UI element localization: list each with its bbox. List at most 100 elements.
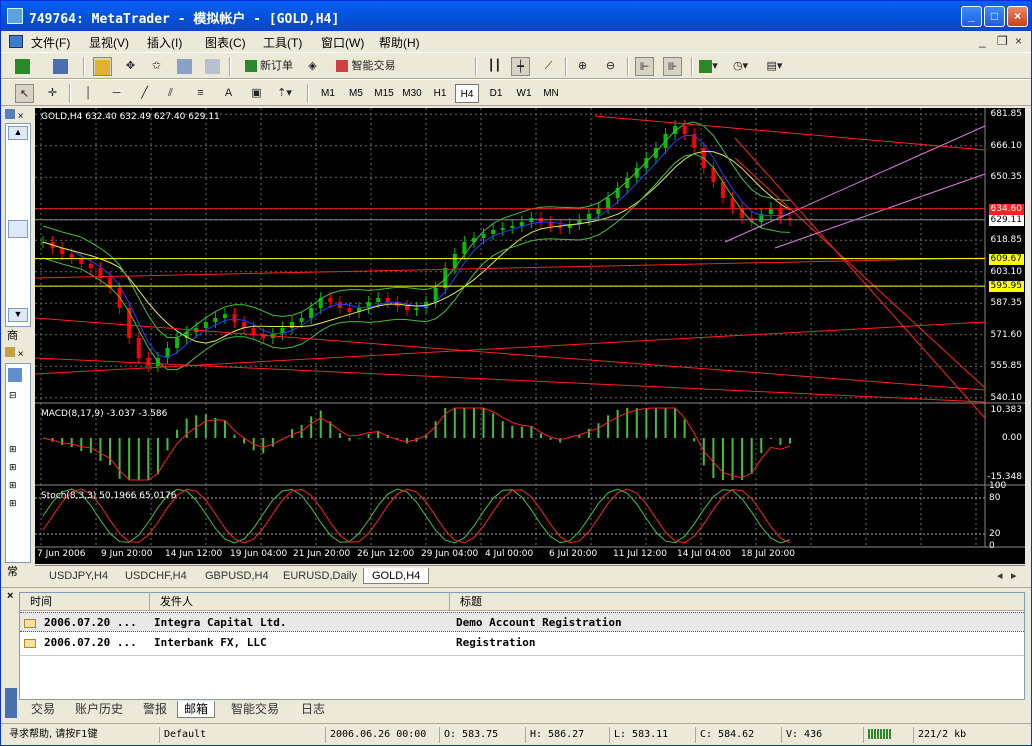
- terminal-panel: × 时间 发件人 标题 2006.07.20 ... Integra Capit…: [1, 587, 1031, 721]
- periods-clock-icon[interactable]: ◷▾: [731, 57, 750, 76]
- tab-experts[interactable]: 智能交易: [231, 701, 279, 718]
- chart-tab-eurusd[interactable]: EURUSD,Daily: [283, 568, 357, 584]
- profiles-icon[interactable]: [51, 57, 70, 76]
- close-button[interactable]: ×: [1007, 6, 1028, 27]
- panel-close-icon[interactable]: ×: [18, 349, 24, 360]
- auto-scroll-icon[interactable]: ⊩: [635, 57, 654, 76]
- mdi-close-button[interactable]: ×: [1015, 34, 1022, 48]
- timeframe-d1[interactable]: D1: [485, 84, 507, 103]
- new-chart-icon[interactable]: [13, 57, 32, 76]
- terminal-icon[interactable]: [175, 57, 194, 76]
- line-chart-icon[interactable]: ⟋: [539, 57, 558, 76]
- chart-tab-gbpusd[interactable]: GBPUSD,H4: [205, 568, 269, 584]
- left-tab-common[interactable]: 常: [7, 563, 18, 579]
- menu-file[interactable]: 文件(F): [31, 34, 70, 51]
- zoom-out-icon[interactable]: ⊖: [601, 57, 620, 76]
- tester-icon[interactable]: [203, 57, 222, 76]
- chart-tab-usdjpy[interactable]: USDJPY,H4: [49, 568, 108, 584]
- timeframe-mn[interactable]: MN: [539, 84, 563, 103]
- menu-bar: 文件(F) 显视(V) 插入(I) 图表(C) 工具(T) 窗口(W) 帮助(H…: [1, 31, 1031, 51]
- tree-collapse-icon[interactable]: ⊟: [9, 390, 17, 401]
- indicators-icon[interactable]: ▾: [699, 57, 718, 76]
- candlestick-icon[interactable]: ┿: [511, 57, 530, 76]
- cursor-icon[interactable]: ↖: [15, 84, 34, 103]
- horizontal-line-icon[interactable]: ─: [107, 84, 126, 103]
- chart-tab-gold[interactable]: GOLD,H4: [363, 568, 430, 584]
- market-watch-panel[interactable]: ▲ ▼: [5, 123, 31, 327]
- new-order-button[interactable]: 新订单: [239, 57, 299, 76]
- tab-alerts[interactable]: 警报: [143, 701, 167, 718]
- text-tool[interactable]: A: [219, 84, 238, 103]
- terminal-side-tab[interactable]: [5, 688, 17, 718]
- menu-charts[interactable]: 图表(C): [205, 34, 246, 51]
- timeframe-m30[interactable]: M30: [399, 84, 425, 103]
- navigator-panel[interactable]: ⊟ ⊞ ⊞ ⊞ ⊞: [5, 363, 31, 563]
- tree-expand-icon[interactable]: ⊞: [9, 498, 17, 509]
- crosshair-icon[interactable]: ✛: [43, 84, 62, 103]
- timeframe-w1[interactable]: W1: [513, 84, 535, 103]
- equidistant-channel-icon[interactable]: ⫽: [161, 84, 180, 103]
- connection-status-icon[interactable]: [863, 727, 913, 743]
- timeframe-m1[interactable]: M1: [317, 84, 339, 103]
- navigator-icon[interactable]: ✥: [121, 57, 140, 76]
- chart-shift-icon[interactable]: ⊪: [663, 57, 682, 76]
- menu-insert[interactable]: 插入(I): [147, 34, 182, 51]
- chart-tab-usdchf[interactable]: USDCHF,H4: [125, 568, 187, 584]
- column-header-subject[interactable]: 标题: [450, 593, 1024, 611]
- terminal-close-icon[interactable]: ×: [7, 590, 13, 602]
- chart-canvas[interactable]: [35, 108, 1025, 564]
- metaeditor-icon[interactable]: ◈: [303, 57, 322, 76]
- mdi-restore-button[interactable]: ❐: [997, 34, 1008, 48]
- candle-body: [136, 338, 141, 358]
- tab-account-history[interactable]: 账户历史: [75, 701, 123, 718]
- candle-body: [500, 228, 505, 230]
- expert-advisors-button[interactable]: 智能交易: [331, 57, 401, 76]
- menu-window[interactable]: 窗口(W): [321, 34, 364, 51]
- mdi-minimize-button[interactable]: _: [979, 34, 986, 48]
- scroll-down-button[interactable]: ▼: [8, 308, 28, 322]
- price-axis-label: 666.10: [990, 140, 1023, 151]
- price-chart[interactable]: GOLD,H4 632.40 632.49 627.40 629.11 MACD…: [35, 108, 1025, 564]
- panel-close-icon[interactable]: ×: [18, 111, 24, 122]
- tree-expand-icon[interactable]: ⊞: [9, 480, 17, 491]
- title-bar[interactable]: 749764: MetaTrader - 模拟帐户 - [GOLD,H4] _ …: [1, 1, 1031, 31]
- tab-mailbox[interactable]: 邮箱: [177, 701, 216, 718]
- vertical-line-icon[interactable]: │: [79, 84, 98, 103]
- menu-view[interactable]: 显视(V): [89, 34, 129, 51]
- fibonacci-icon[interactable]: ≡: [191, 84, 210, 103]
- table-row[interactable]: 2006.07.20 ... Integra Capital Ltd. Demo…: [20, 612, 1024, 632]
- timeframe-m5[interactable]: M5: [345, 84, 367, 103]
- bollinger-lower-line: [42, 153, 791, 371]
- market-watch-icon[interactable]: [93, 57, 112, 76]
- menu-help[interactable]: 帮助(H): [379, 34, 420, 51]
- price-axis-label: 629.11: [988, 214, 1024, 226]
- table-row[interactable]: 2006.07.20 ... Interbank FX, LLC Registr…: [20, 633, 1024, 653]
- timeframe-h1[interactable]: H1: [429, 84, 451, 103]
- arrows-icon[interactable]: ⇡▾: [275, 84, 294, 103]
- favorites-icon[interactable]: ✩: [147, 57, 166, 76]
- stoch-axis-label: 20: [989, 529, 1001, 539]
- tree-expand-icon[interactable]: ⊞: [9, 462, 17, 473]
- column-header-time[interactable]: 时间: [20, 593, 150, 611]
- zoom-in-icon[interactable]: ⊕: [573, 57, 592, 76]
- minimize-button[interactable]: _: [961, 6, 982, 27]
- maximize-button[interactable]: □: [984, 6, 1005, 27]
- tab-trade[interactable]: 交易: [31, 701, 55, 718]
- tab-scroll-left-icon[interactable]: ◂: [997, 568, 1003, 584]
- tab-scroll-right-icon[interactable]: ▸: [1011, 568, 1017, 584]
- scrollbar-thumb[interactable]: [8, 220, 28, 238]
- text-label-icon[interactable]: ▣: [247, 84, 266, 103]
- timeframe-h4[interactable]: H4: [455, 84, 479, 103]
- status-profile[interactable]: Default: [159, 727, 325, 743]
- mailbox-table[interactable]: 时间 发件人 标题 2006.07.20 ... Integra Capital…: [19, 592, 1025, 700]
- trendline-icon[interactable]: ╱: [135, 84, 154, 103]
- left-tab-symbols[interactable]: 商: [7, 327, 18, 343]
- templates-icon[interactable]: ▤▾: [765, 57, 784, 76]
- bar-chart-icon[interactable]: ┃┃: [485, 57, 504, 76]
- menu-tools[interactable]: 工具(T): [263, 34, 302, 51]
- tab-journal[interactable]: 日志: [301, 701, 325, 718]
- timeframe-m15[interactable]: M15: [371, 84, 397, 103]
- column-header-from[interactable]: 发件人: [150, 593, 450, 611]
- tree-expand-icon[interactable]: ⊞: [9, 444, 17, 455]
- scroll-up-button[interactable]: ▲: [8, 126, 28, 140]
